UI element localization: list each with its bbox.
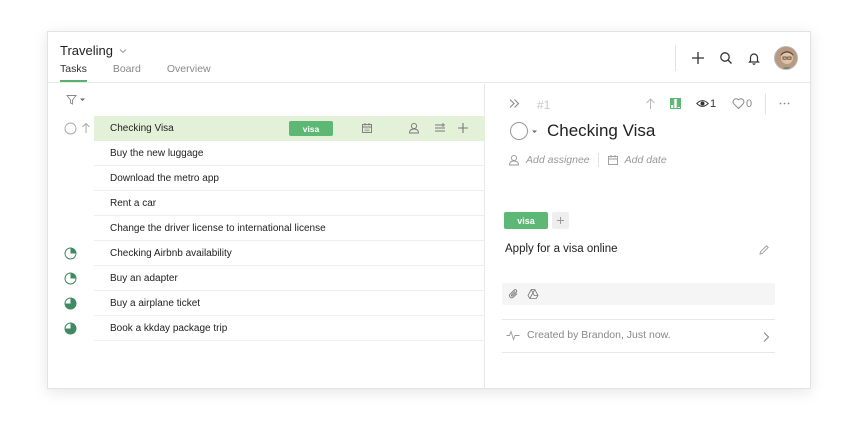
tab-tasks[interactable]: Tasks [60,63,87,82]
eye-icon[interactable] [696,97,709,110]
task-number: #1 [537,98,551,112]
app-window: Traveling Tasks Board Overview Checking … [47,31,811,389]
table-row[interactable]: Book a kkday package trip [48,316,485,341]
attachment-bar [502,283,775,305]
activity-icon [506,329,520,341]
bell-icon [748,53,760,65]
task-title[interactable]: Change the driver license to internation… [110,223,326,234]
row-divider [94,340,485,341]
notifications-button[interactable] [740,44,768,72]
subtask-icon[interactable] [434,122,446,134]
task-title[interactable]: Buy an adapter [110,273,178,284]
status-circle-icon[interactable] [510,122,528,140]
project-title-dropdown[interactable]: Traveling [60,43,127,58]
tab-bar: Tasks Board Overview [60,63,237,82]
tab-overview[interactable]: Overview [167,63,211,82]
tag-badge[interactable]: visa [289,121,333,136]
likes-count: 0 [746,98,753,110]
assignee-icon [509,154,519,166]
progress-three-quarter-icon[interactable] [64,297,77,310]
tag-badge[interactable]: visa [504,212,548,229]
plus-icon [692,52,704,64]
assignee-icon[interactable] [408,122,420,134]
task-list-pane: Checking Visa visa Buy the new luggage D… [48,84,485,389]
task-title[interactable]: Buy the new luggage [110,148,203,159]
table-row[interactable]: Buy an adapter [48,266,485,291]
table-row[interactable]: Download the metro app [48,166,485,191]
watchers-count: 1 [710,98,717,110]
plus-icon[interactable] [457,122,469,134]
meta-divider [597,153,599,167]
search-icon [720,52,732,64]
plus-icon [557,217,564,224]
board-column-icon[interactable] [669,97,682,110]
header-divider [675,45,676,71]
add-assignee-button[interactable]: Add assignee [508,154,590,166]
heart-icon[interactable] [732,97,745,110]
chevron-right-icon[interactable] [762,331,770,343]
project-title: Traveling [60,43,113,58]
add-tag-button[interactable] [552,212,569,229]
header-tools [675,44,798,72]
arrow-up-icon[interactable] [644,97,657,110]
header: Traveling Tasks Board Overview [48,32,810,83]
add-date-label: Add date [624,154,667,166]
add-date-button[interactable]: Add date [607,154,667,166]
avatar[interactable] [774,46,798,70]
add-button[interactable] [684,44,712,72]
progress-quarter-icon[interactable] [64,272,77,285]
detail-toolbar: #1 1 0 [486,94,811,114]
task-meta: Add assignee Add date [508,153,667,167]
task-title[interactable]: Book a kkday package trip [110,323,227,334]
paperclip-icon[interactable] [508,288,520,300]
table-row[interactable]: Rent a car [48,191,485,216]
toolbar-divider [765,94,766,114]
table-row[interactable]: Checking Visa visa [48,116,485,141]
filter-icon [66,95,77,105]
table-row[interactable]: Change the driver license to internation… [48,216,485,241]
caret-down-icon [80,98,85,101]
activity-row[interactable]: Created by Brandon, Just now. [506,329,671,341]
section-divider [502,319,775,320]
progress-three-quarter-icon[interactable] [64,322,77,335]
more-icon[interactable] [778,97,791,110]
pencil-icon[interactable] [758,244,770,256]
search-button[interactable] [712,44,740,72]
collapse-panel-icon[interactable] [508,97,521,110]
detail-title-row: Checking Visa [510,121,655,141]
task-description[interactable]: Apply for a visa online [505,243,618,255]
detail-tags: visa [504,212,569,229]
table-row[interactable]: Checking Airbnb availability [48,241,485,266]
activity-text: Created by Brandon, Just now. [527,329,671,341]
user-avatar-icon [775,47,797,69]
table-row[interactable]: Buy a airplane ticket [48,291,485,316]
task-title[interactable]: Rent a car [110,198,156,209]
filter-button[interactable] [66,94,86,105]
task-title[interactable]: Buy a airplane ticket [110,298,200,309]
google-drive-icon[interactable] [527,288,539,300]
task-title[interactable]: Checking Visa [110,123,174,134]
task-list: Checking Visa visa Buy the new luggage D… [48,116,485,341]
calendar-icon[interactable] [361,122,373,134]
status-circle-icon[interactable] [64,122,77,135]
task-detail-title[interactable]: Checking Visa [547,121,655,141]
table-row[interactable]: Buy the new luggage [48,141,485,166]
calendar-icon [607,155,618,165]
task-title[interactable]: Download the metro app [110,173,219,184]
caret-down-icon[interactable] [531,128,538,135]
chevron-down-icon [119,48,127,53]
task-title[interactable]: Checking Airbnb availability [110,248,232,259]
progress-quarter-icon[interactable] [64,247,77,260]
section-divider [502,352,775,353]
add-assignee-label: Add assignee [526,154,590,166]
arrow-up-icon[interactable] [81,122,91,134]
tab-board[interactable]: Board [113,63,141,82]
task-detail-pane: #1 1 0 Checking Visa Add assignee Add da… [486,84,811,389]
